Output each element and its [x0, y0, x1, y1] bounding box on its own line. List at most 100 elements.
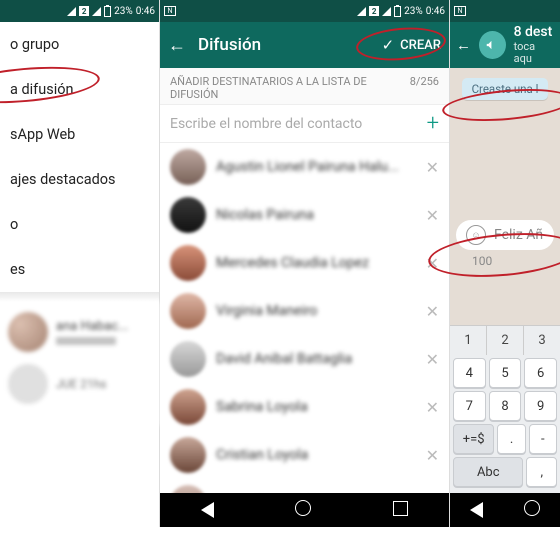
remove-icon[interactable]: ✕: [426, 350, 439, 369]
status-bar: N: [450, 0, 560, 22]
key-period[interactable]: .: [497, 424, 525, 454]
menu-other[interactable]: es: [0, 247, 159, 292]
broadcast-avatar: [479, 31, 506, 59]
message-text: Feliz Añ: [494, 227, 543, 243]
suggestion[interactable]: 2: [487, 326, 524, 355]
remove-icon[interactable]: ✕: [426, 302, 439, 321]
battery-pct: 23%: [404, 6, 423, 17]
back-icon[interactable]: ←: [456, 36, 471, 54]
battery-icon: [104, 6, 111, 17]
contact-row[interactable]: Cristian Loyola ✕: [160, 431, 449, 479]
clock: 0:46: [426, 6, 445, 17]
chat-title: 8 dest: [514, 25, 554, 40]
avatar: [170, 197, 206, 233]
remove-icon[interactable]: ✕: [426, 254, 439, 273]
megaphone-icon: [485, 38, 499, 52]
contact-row[interactable]: Virginia Maneiro ✕: [160, 287, 449, 335]
search-placeholder: Escribe el nombre del contacto: [170, 116, 362, 132]
keyboard: 4 5 6 7 8 9 +=$ . - Abc ,: [450, 355, 560, 493]
menu-new-group[interactable]: o grupo: [0, 22, 159, 67]
composer[interactable]: ☺ Feliz Añ: [456, 220, 554, 250]
remove-icon[interactable]: ✕: [426, 158, 439, 177]
key-4[interactable]: 4: [453, 358, 486, 388]
phone-broadcast-chat: N ← 8 dest toca aqu Creaste una l ☺ Feli…: [450, 0, 560, 527]
avatar: [170, 341, 206, 377]
avatar: [170, 293, 206, 329]
key-5[interactable]: 5: [489, 358, 522, 388]
remove-icon[interactable]: ✕: [426, 398, 439, 417]
back-icon[interactable]: ←: [168, 35, 186, 56]
suggestion[interactable]: 1: [450, 326, 487, 355]
contact-name: Virginia Maneiro: [216, 303, 416, 319]
chat-name: ana Habac...: [56, 319, 128, 334]
key-dash[interactable]: -: [529, 424, 557, 454]
nav-back-icon[interactable]: [201, 502, 214, 518]
create-button[interactable]: ✓ CREAR: [382, 36, 441, 54]
sim-badge: 2: [79, 6, 89, 16]
system-chip: Creaste una l: [462, 78, 549, 100]
avatar: [170, 485, 206, 493]
suggestion[interactable]: 3: [524, 326, 560, 355]
contact-row[interactable]: Agustin Lionel Pairuna Halu... ✕: [160, 143, 449, 191]
nav-home-icon[interactable]: [295, 500, 311, 520]
create-label: CREAR: [400, 38, 441, 53]
signal-icon: [92, 7, 101, 16]
key-8[interactable]: 8: [489, 391, 522, 421]
chat-subtitle: toca aqu: [514, 41, 554, 65]
nav-back-icon[interactable]: [470, 502, 483, 518]
key-9[interactable]: 9: [524, 391, 557, 421]
contact-row[interactable]: Nicolas Pairuna ✕: [160, 191, 449, 239]
contact-name: Mercedes Claudia Lopez: [216, 255, 416, 271]
emoji-icon[interactable]: ☺: [466, 225, 486, 245]
add-header: AÑADIR DESTINATARIOS A LA LISTA DE DIFUS…: [160, 68, 449, 105]
contact-row[interactable]: Maria Elisa Molina✕: [160, 479, 449, 493]
app-bar: ← 8 dest toca aqu: [450, 22, 560, 68]
menu-starred[interactable]: ajes destacados: [0, 157, 159, 202]
key-abc[interactable]: Abc: [453, 457, 523, 487]
key-7[interactable]: 7: [453, 391, 486, 421]
key-symbols[interactable]: +=$: [453, 424, 494, 454]
menu-whatsapp-web[interactable]: sApp Web: [0, 112, 159, 157]
avatar: [170, 149, 206, 185]
avatar: [170, 245, 206, 281]
avatar: [8, 312, 48, 352]
battery-icon: [394, 6, 401, 17]
sim-badge: 2: [369, 6, 379, 16]
menu-new-broadcast[interactable]: a difusión: [0, 67, 159, 112]
check-icon: ✓: [382, 36, 395, 54]
remove-icon[interactable]: ✕: [426, 206, 439, 225]
menu-settings[interactable]: o: [0, 202, 159, 247]
contact-list: Agustin Lionel Pairuna Halu...✕Nicolas P…: [160, 143, 449, 493]
remove-icon[interactable]: ✕: [426, 446, 439, 465]
key-comma[interactable]: ,: [526, 457, 557, 487]
keyboard-suggestions: 1 2 3: [450, 325, 560, 355]
clock: 0:46: [136, 6, 155, 17]
nav-bar: [160, 493, 449, 527]
plus-icon[interactable]: +: [427, 111, 439, 136]
avatar: [8, 364, 48, 404]
search-input[interactable]: Escribe el nombre del contacto +: [160, 105, 449, 143]
chat-time: JUE 21hs: [56, 377, 107, 391]
phone-menu-overflow: 2 23% 0:46 o grupo a difusión sApp Web a…: [0, 0, 160, 527]
char-counter: 100: [472, 254, 492, 268]
contact-name: Cristian Loyola: [216, 447, 416, 463]
contact-name: Nicolas Pairuna: [216, 207, 416, 223]
contact-row[interactable]: Mercedes Claudia Lopez ✕: [160, 239, 449, 287]
page-title: Difusión: [198, 35, 261, 55]
app-bar: ← Difusión ✓ CREAR: [160, 22, 449, 68]
signal-icon: [382, 7, 391, 16]
nav-home-icon[interactable]: [524, 500, 540, 520]
contact-row[interactable]: David Anibal Battaglia ✕: [160, 335, 449, 383]
chat-area: Creaste una l ☺ Feliz Añ 100: [450, 68, 560, 325]
contact-name: Sabrina Loyola: [216, 399, 416, 415]
signal-icon: [357, 7, 366, 16]
key-6[interactable]: 6: [524, 358, 557, 388]
avatar: [170, 437, 206, 473]
status-bar: N 2 23% 0:46: [160, 0, 449, 22]
nav-recent-icon[interactable]: [393, 501, 408, 520]
contact-row[interactable]: Sabrina Loyola ✕: [160, 383, 449, 431]
contact-name: Agustin Lionel Pairuna Halu...: [216, 159, 416, 175]
contact-name: David Anibal Battaglia: [216, 351, 416, 367]
nfc-icon: N: [454, 6, 466, 16]
phone-broadcast-create: N 2 23% 0:46 ← Difusión ✓ CREAR AÑADIR D…: [160, 0, 450, 527]
